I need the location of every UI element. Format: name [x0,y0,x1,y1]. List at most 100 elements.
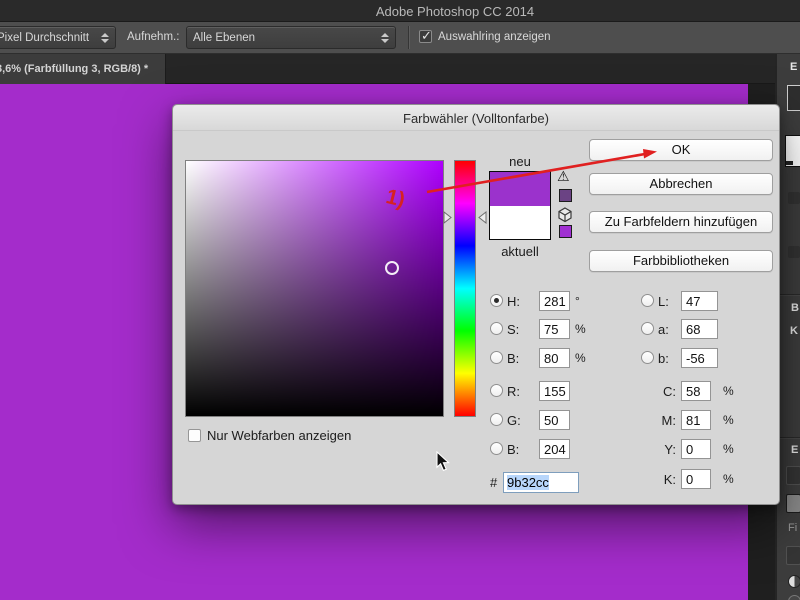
r-radio[interactable] [490,384,503,397]
document-tab[interactable]: 3,6% (Farbfüllung 3, RGB/8) * [0,54,166,84]
dialog-titlebar: Farbwähler (Volltonfarbe) [173,105,779,131]
new-current-swatch[interactable] [489,171,551,240]
panel-divider [777,294,800,295]
sampling-ring-checkbox[interactable] [419,28,432,44]
dropdown-spinner-icon [381,32,389,43]
c-unit: % [723,384,734,398]
m-input[interactable]: 81 [681,410,711,430]
cancel-button[interactable]: Abbrechen [589,173,773,195]
g-label: G: [507,413,521,428]
panel-icon [788,192,800,204]
sample-label: Aufnehm.: [127,31,180,43]
adjustment-icon[interactable] [788,595,800,600]
adjustment-icon[interactable] [788,575,800,588]
options-bar: Pixel Durchschnitt Aufnehm.: Alle Ebenen… [0,22,800,54]
panel-button[interactable] [786,466,800,485]
hue-slider-pointer-right[interactable] [478,211,487,224]
panel-label: K [790,325,798,337]
hex-value: 9b32cc [507,475,549,490]
panel-label: Fi [788,522,798,534]
b-hsb-label: B: [507,351,520,366]
gamut-warning-icon[interactable]: ⚠ [557,168,573,184]
hex-hash-label: # [490,475,498,490]
panel-label: E [790,61,798,73]
a-input[interactable]: 68 [681,319,718,339]
panel-label: E [791,444,799,456]
b-hsb-radio[interactable] [490,351,503,364]
color-libraries-button[interactable]: Farbbibliotheken [589,250,773,272]
current-color-label: aktuell [501,244,539,259]
b-rgb-radio[interactable] [490,442,503,455]
g-input[interactable]: 50 [539,410,570,430]
web-colors-label: Nur Webfarben anzeigen [207,428,352,443]
panel-button[interactable] [787,85,800,111]
h-radio[interactable] [490,294,503,307]
hue-slider-pointer-left[interactable] [443,211,452,224]
toolbar-divider [408,26,409,49]
c-input[interactable]: 58 [681,381,711,401]
y-unit: % [723,442,734,456]
sample-layers-value: Alle Ebenen [193,31,256,44]
panel-icon [788,246,800,258]
a-label: a: [658,322,669,337]
ok-button[interactable]: OK [589,139,773,161]
tool-preset-value: Pixel Durchschnitt [0,31,90,44]
sampling-ring-label: Auswahlring anzeigen [438,31,551,43]
dropdown-spinner-icon [101,32,109,43]
h-unit: ° [575,294,580,308]
document-tabbar: 3,6% (Farbfüllung 3, RGB/8) * [0,54,775,84]
s-label: S: [507,322,520,337]
b-lab-radio[interactable] [641,351,654,364]
y-label: Y: [664,442,676,457]
color-sample-marker[interactable] [385,261,399,275]
h-input[interactable]: 281 [539,291,570,311]
m-label: M: [661,413,676,428]
b-lab-input[interactable]: -56 [681,348,718,368]
add-to-swatches-button[interactable]: Zu Farbfeldern hinzufügen [589,211,773,233]
m-unit: % [723,413,734,427]
k-input[interactable]: 0 [681,469,711,489]
tool-preset-dropdown[interactable]: Pixel Durchschnitt [0,26,116,49]
b-hsb-input[interactable]: 80 [539,348,570,368]
window-titlebar: Adobe Photoshop CC 2014 [0,0,800,22]
k-label: K: [663,472,676,487]
photoshop-window: Adobe Photoshop CC 2014 Pixel Durchschni… [0,0,800,600]
hex-input[interactable]: 9b32cc [503,472,579,493]
document-tab-title: 3,6% (Farbfüllung 3, RGB/8) * [0,63,149,75]
l-input[interactable]: 47 [681,291,718,311]
panel-layer-thumbnail[interactable] [785,135,800,167]
mouse-cursor [436,450,451,477]
hue-slider[interactable] [454,160,476,417]
panel-button[interactable] [786,546,800,565]
web-colors-checkbox[interactable] [188,429,201,442]
g-radio[interactable] [490,413,503,426]
c-label: C: [663,384,676,399]
sample-layers-dropdown[interactable]: Alle Ebenen [186,26,396,49]
dialog-title: Farbwähler (Volltonfarbe) [403,111,549,126]
l-radio[interactable] [641,294,654,307]
panel-button[interactable] [786,494,800,513]
color-picker-dialog: Farbwähler (Volltonfarbe) neu aktuell ⚠ [172,104,780,505]
b-rgb-input[interactable]: 204 [539,439,570,459]
k-unit: % [723,472,734,486]
new-color-label: neu [509,154,531,169]
gamut-color-swatch[interactable] [559,189,572,202]
s-radio[interactable] [490,322,503,335]
a-radio[interactable] [641,322,654,335]
l-label: L: [658,294,669,309]
web-safe-color-swatch[interactable] [559,225,572,238]
h-label: H: [507,294,520,309]
b-rgb-label: B: [507,442,520,457]
panel-divider [777,437,800,438]
panel-label: B [791,302,799,314]
b-lab-label: b: [658,351,669,366]
y-input[interactable]: 0 [681,439,711,459]
r-input[interactable]: 155 [539,381,570,401]
new-color-swatch [490,172,550,206]
b-hsb-unit: % [575,351,586,365]
window-title: Adobe Photoshop CC 2014 [375,4,535,19]
r-label: R: [507,384,520,399]
current-color-swatch [490,205,550,239]
saturation-brightness-field[interactable] [185,160,444,417]
s-input[interactable]: 75 [539,319,570,339]
